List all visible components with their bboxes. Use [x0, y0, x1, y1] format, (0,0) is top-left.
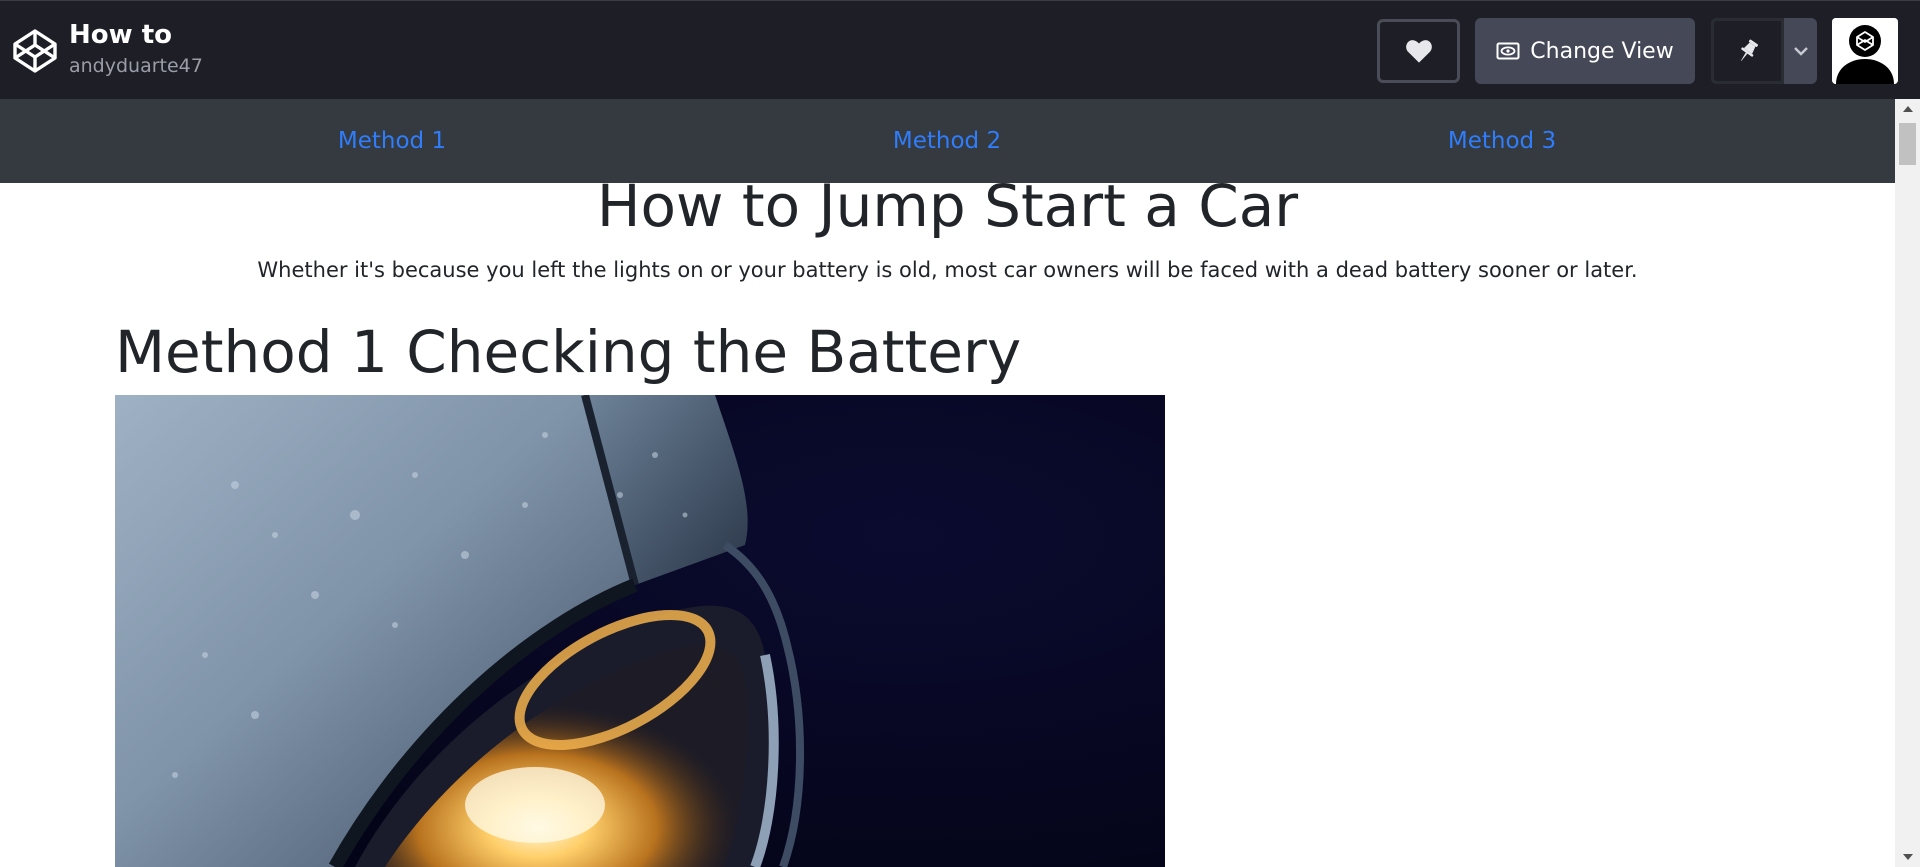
scroll-down-arrow-icon[interactable] — [1895, 847, 1920, 867]
method-heading: Method 1 Checking the Battery — [115, 318, 1022, 386]
change-view-label: Change View — [1530, 38, 1674, 64]
lead-paragraph: Whether it's because you left the lights… — [257, 258, 1638, 282]
love-button[interactable] — [1377, 19, 1460, 83]
pen-title-block: How to andyduarte47 — [69, 19, 203, 79]
pen-preview: Method 1 Method 2 Method 3 How to Jump S… — [0, 99, 1895, 867]
codepen-logo-icon[interactable] — [12, 28, 58, 74]
eye-icon — [1496, 42, 1520, 60]
pen-author[interactable]: andyduarte47 — [69, 53, 203, 79]
pin-button-group — [1711, 18, 1817, 84]
user-avatar[interactable] — [1832, 18, 1898, 84]
pen-title[interactable]: How to — [69, 19, 203, 51]
pin-options-button[interactable] — [1784, 18, 1817, 84]
scroll-up-arrow-icon[interactable] — [1895, 99, 1920, 119]
headlight-photo — [115, 395, 1165, 867]
pin-button[interactable] — [1711, 18, 1784, 84]
preview-scrollbar[interactable] — [1895, 99, 1920, 867]
page-title: How to Jump Start a Car — [596, 172, 1299, 240]
editor-header: How to andyduarte47 Change View — [0, 0, 1920, 99]
heart-icon — [1405, 40, 1432, 63]
chevron-down-icon — [1793, 47, 1808, 56]
scrollbar-thumb[interactable] — [1899, 123, 1916, 165]
pin-icon — [1740, 39, 1758, 61]
change-view-button[interactable]: Change View — [1475, 18, 1695, 84]
